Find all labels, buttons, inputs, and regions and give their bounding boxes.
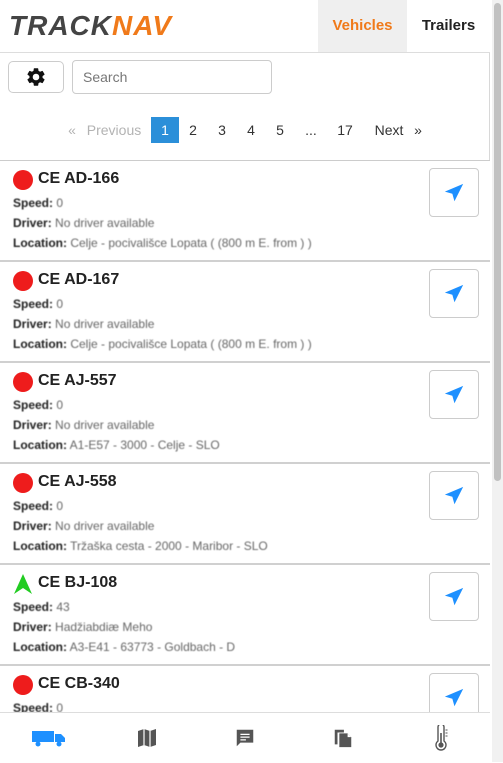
pagination-page-5[interactable]: 5 — [270, 117, 290, 143]
tab-trailers[interactable]: Trailers — [407, 0, 490, 52]
vehicle-location: Location: Celje - pocivališce Lopata ( (… — [13, 337, 312, 351]
bottom-nav — [0, 712, 490, 763]
bottom-nav-map[interactable] — [98, 713, 196, 763]
message-icon — [236, 729, 254, 747]
vehicle-speed: Speed: 0 — [13, 297, 64, 311]
vehicle-plate: CE BJ-108 — [38, 574, 118, 591]
navigation-arrow-icon — [444, 385, 464, 403]
vehicle-card[interactable]: CE CB-340 Speed: 0 — [0, 666, 490, 713]
navigate-button[interactable] — [429, 370, 479, 419]
vehicle-location: Location: Celje - pocivališce Lopata ( (… — [13, 236, 312, 250]
search-input[interactable] — [72, 60, 272, 94]
vehicle-plate: CE AJ-558 — [38, 473, 117, 490]
navigation-arrow-icon — [444, 284, 464, 302]
bottom-nav-vehicles[interactable] — [0, 713, 98, 763]
vehicle-card[interactable]: CE AJ-558 Speed: 0 Driver: No driver ava… — [0, 464, 490, 565]
vehicle-driver: Driver: Hadžiabdiæ Meho — [13, 620, 153, 634]
navigation-arrow-icon — [444, 587, 464, 605]
status-stopped-icon — [13, 473, 33, 493]
vehicle-list: CE AD-166 Speed: 0 Driver: No driver ava… — [0, 160, 490, 713]
bottom-nav-documents[interactable] — [294, 713, 392, 763]
pagination-page-4[interactable]: 4 — [241, 117, 261, 143]
pagination-ellipsis: ... — [305, 122, 317, 138]
navigate-button[interactable] — [429, 168, 479, 217]
pagination-page-1[interactable]: 1 — [151, 117, 179, 143]
scrollbar[interactable] — [492, 0, 503, 762]
pagination-next[interactable]: Next — [371, 117, 407, 143]
vehicle-location: Location: A3-E41 - 63773 - Goldbach - D — [13, 640, 236, 654]
status-moving-arrow-icon — [14, 574, 32, 594]
map-icon — [138, 729, 156, 747]
navigation-arrow-icon — [444, 486, 464, 504]
pagination: « Previous 1 2 3 4 5 ... 17 Next » — [0, 117, 490, 143]
navigation-arrow-icon — [444, 183, 464, 201]
pagination-next-arrow[interactable]: » — [412, 117, 424, 143]
settings-button[interactable] — [8, 61, 64, 93]
pagination-page-2[interactable]: 2 — [183, 117, 203, 143]
vehicle-card[interactable]: CE AD-167 Speed: 0 Driver: No driver ava… — [0, 262, 490, 363]
vehicle-plate: CE AD-166 — [38, 170, 120, 187]
status-stopped-icon — [13, 271, 33, 291]
vehicle-card[interactable]: CE AJ-557 Speed: 0 Driver: No driver ava… — [0, 363, 490, 464]
scrollbar-thumb[interactable] — [494, 3, 501, 481]
vehicle-driver: Driver: No driver available — [13, 519, 155, 533]
bottom-nav-temperature[interactable] — [392, 713, 490, 763]
pagination-page-17[interactable]: 17 — [333, 117, 357, 143]
tracknav-logo: TRACKNAV — [9, 10, 173, 41]
pagination-prev-arrow: « — [68, 122, 76, 138]
thermometer-icon — [435, 725, 448, 751]
vehicle-card[interactable]: CE BJ-108 Speed: 43 Driver: Hadžiabdiæ M… — [0, 565, 490, 666]
tab-vehicles[interactable]: Vehicles — [318, 0, 407, 52]
vehicle-location: Location: A1-E57 - 3000 - Celje - SLO — [13, 438, 220, 452]
pagination-previous[interactable]: Previous — [84, 117, 144, 143]
vehicle-speed: Speed: 0 — [13, 398, 64, 412]
pagination-page-3[interactable]: 3 — [212, 117, 232, 143]
vehicle-plate: CE AJ-557 — [38, 372, 117, 389]
navigate-button[interactable] — [429, 572, 479, 621]
vehicle-speed: Speed: 0 — [13, 196, 64, 210]
status-stopped-icon — [13, 372, 33, 392]
navigate-button[interactable] — [429, 269, 479, 318]
vehicle-card[interactable]: CE AD-166 Speed: 0 Driver: No driver ava… — [0, 161, 490, 262]
navigate-button[interactable] — [429, 673, 479, 713]
navigate-button[interactable] — [429, 471, 479, 520]
vehicle-location: Location: Tržaška cesta - 2000 - Maribor… — [13, 539, 268, 553]
vehicle-driver: Driver: No driver available — [13, 418, 155, 432]
vehicle-speed: Speed: 0 — [13, 499, 64, 513]
status-stopped-icon — [13, 170, 33, 190]
navigation-arrow-icon — [444, 688, 464, 706]
bottom-nav-messages[interactable] — [196, 713, 294, 763]
vehicle-driver: Driver: No driver available — [13, 317, 155, 331]
vehicle-driver: Driver: No driver available — [13, 216, 155, 230]
documents-icon — [334, 729, 352, 748]
gear-icon — [27, 68, 45, 86]
status-stopped-icon — [13, 675, 33, 695]
vehicle-speed: Speed: 43 — [13, 600, 70, 614]
vehicle-plate: CE AD-167 — [38, 271, 120, 288]
truck-icon — [32, 731, 65, 747]
vehicle-plate: CE CB-340 — [38, 675, 120, 692]
app-header: TRACKNAV Vehicles Trailers — [0, 0, 490, 53]
